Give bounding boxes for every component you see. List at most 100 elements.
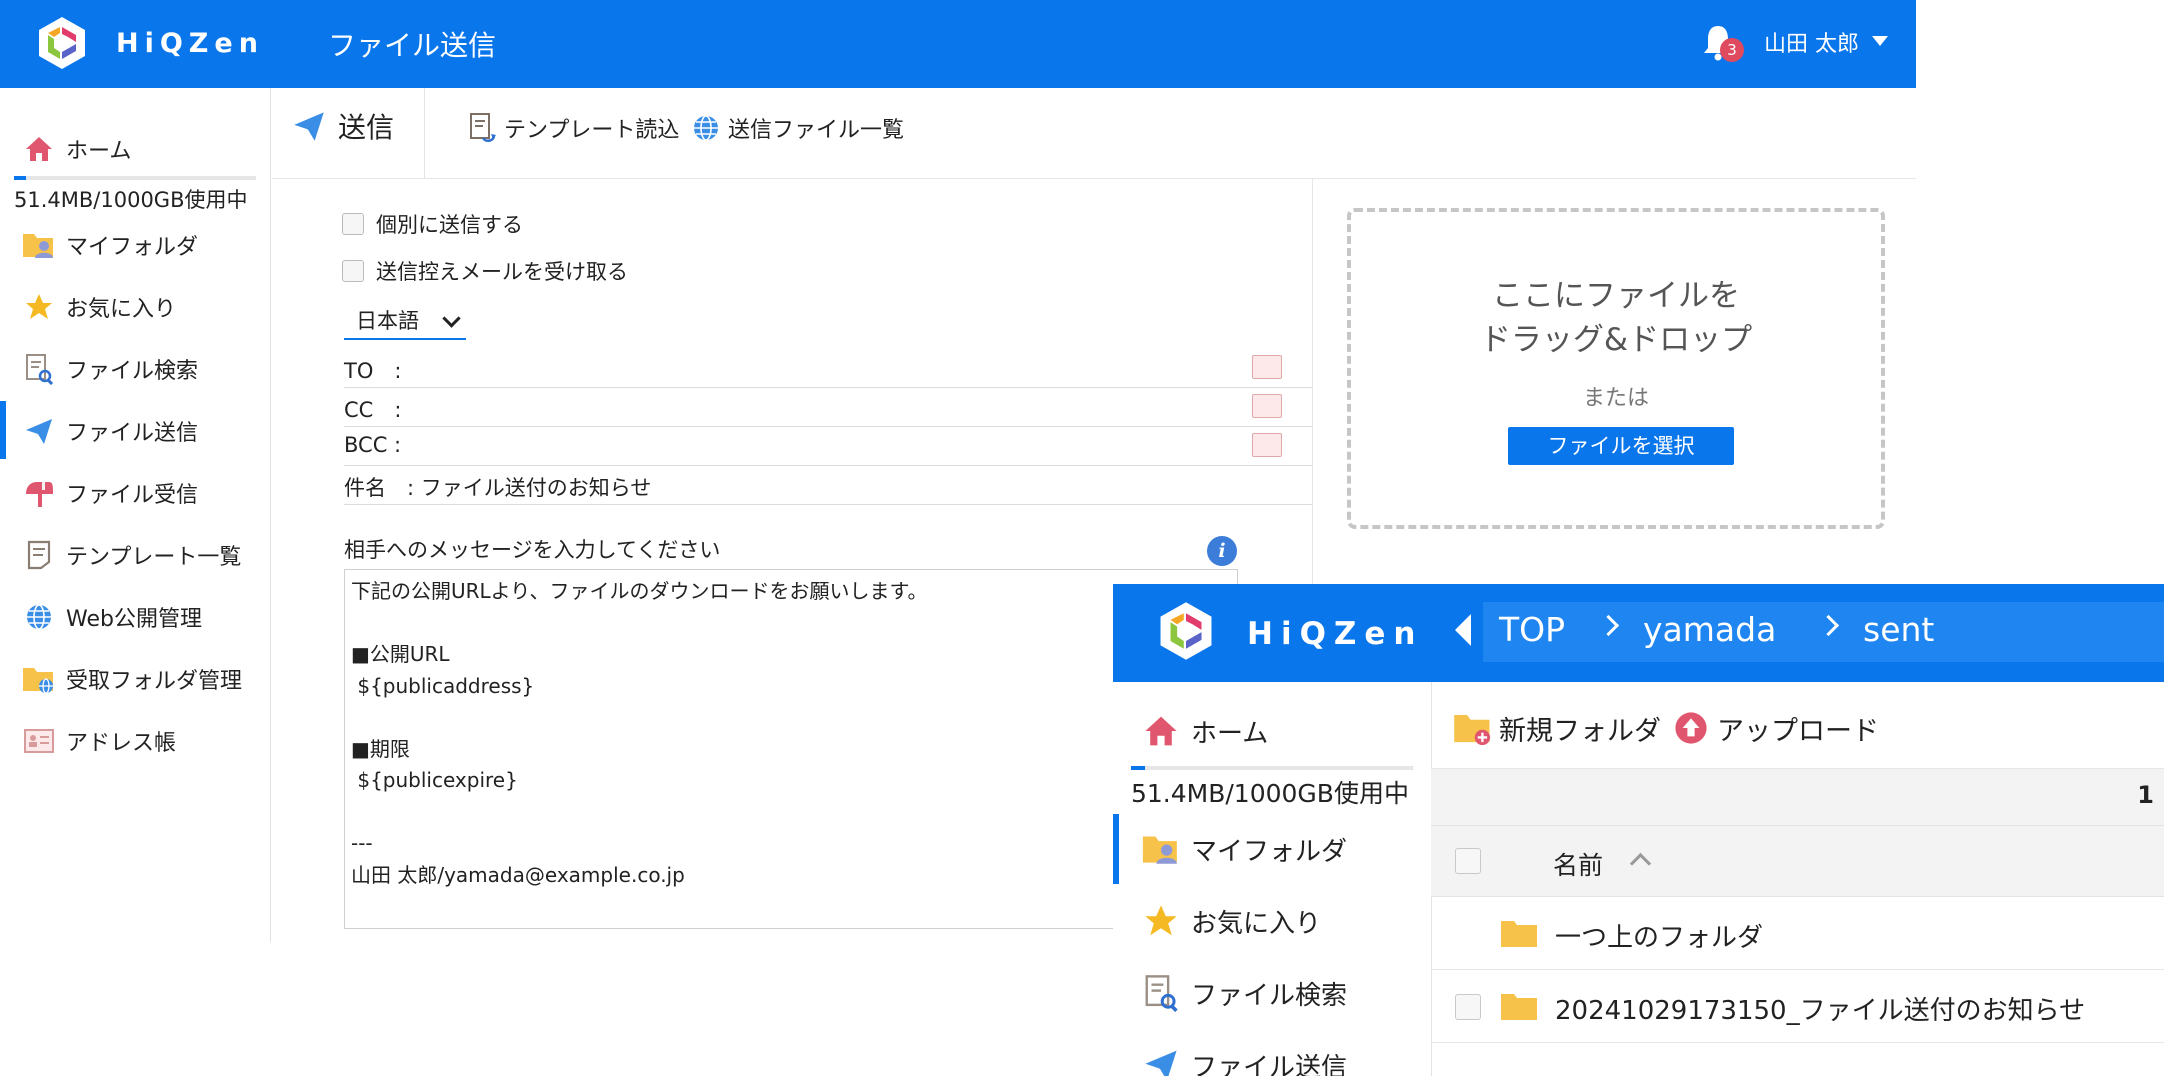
template-load-label: テンプレート読込	[504, 118, 680, 143]
sidebar-item-label: ファイル検索	[1191, 980, 1348, 1011]
sort-ascending-icon[interactable]	[1629, 852, 1652, 875]
caret-down-icon[interactable]	[1872, 36, 1888, 46]
page-title: ファイル送信	[328, 29, 497, 62]
star-icon	[22, 290, 56, 324]
checkbox-label: 送信控えメールを受け取る	[376, 260, 628, 284]
new-folder-label: 新規フォルダ	[1499, 715, 1661, 747]
checkbox-label: 個別に送信する	[376, 213, 523, 237]
address-book-icon[interactable]	[1252, 394, 1282, 418]
hiqzen-logo-icon[interactable]	[34, 15, 90, 71]
sidebar-item-home[interactable]: ホーム	[0, 123, 270, 175]
browser-header-bar: HiQZen TOP yamada sent	[1113, 584, 2164, 682]
folder-icon	[1501, 921, 1537, 947]
sidebar-item-home[interactable]: ホーム	[1113, 696, 1431, 766]
info-icon[interactable]: i	[1207, 536, 1237, 566]
file-drop-zone[interactable]: ここにファイルを ドラッグ&ドロップ または ファイルを選択	[1347, 208, 1885, 529]
message-label: 相手へのメッセージを入力してください	[344, 538, 721, 562]
upload-button[interactable]: アップロード	[1671, 708, 1879, 748]
sidebar-item-file-send[interactable]: ファイル送信	[1113, 1030, 1431, 1076]
cc-field[interactable]: CC :	[344, 388, 1312, 427]
home-icon	[22, 132, 56, 166]
sidebar-item-label: お気に入り	[66, 297, 177, 322]
file-browser-window: HiQZen TOP yamada sent ホーム 51.4MB/1000GB…	[1113, 584, 2164, 1076]
message-textarea[interactable]: 下記の公開URLより、ファイルのダウンロードをお願いします。 ■公開URL ${…	[344, 569, 1238, 929]
breadcrumb-item[interactable]: TOP	[1499, 610, 1565, 649]
hiqzen-logo-icon[interactable]	[1155, 600, 1217, 662]
select-file-button[interactable]: ファイルを選択	[1508, 427, 1734, 465]
individual-send-checkbox[interactable]: 個別に送信する	[342, 209, 523, 239]
sidebar-item-file-send[interactable]: ファイル送信	[0, 405, 270, 457]
browser-sidebar: ホーム 51.4MB/1000GB使用中 マイフォルダ お気に入り ファイル検索	[1113, 682, 1432, 1076]
back-arrow-icon[interactable]	[1455, 614, 1471, 646]
sidebar-item-label: ファイル検索	[66, 359, 199, 384]
upload-label: アップロード	[1717, 715, 1879, 747]
brand-name: HiQZen	[1247, 616, 1424, 652]
sidebar-item-favorites[interactable]: お気に入り	[0, 281, 270, 333]
my-folder-icon	[1141, 829, 1181, 869]
template-load-button[interactable]: テンプレート読込	[466, 112, 679, 144]
sidebar-item-favorites[interactable]: お気に入り	[1113, 886, 1431, 956]
send-tab-label: 送信	[338, 111, 395, 144]
breadcrumb-item[interactable]: yamada	[1643, 610, 1776, 649]
language-select[interactable]: 日本語	[344, 302, 466, 340]
sent-file-list-label: 送信ファイル一覧	[728, 118, 905, 143]
address-book-icon[interactable]	[1252, 433, 1282, 457]
sidebar-item-templates[interactable]: テンプレート一覧	[0, 529, 270, 581]
file-name[interactable]: 20241029173150_ファイル送付のお知らせ	[1555, 990, 2085, 1027]
breadcrumb: TOP yamada sent	[1483, 602, 2164, 662]
upload-icon	[1671, 708, 1711, 748]
sidebar-item-label: ホーム	[66, 139, 132, 164]
sidebar-item-label: ホーム	[1191, 718, 1269, 749]
subject-field[interactable]: 件名 : ファイル送付のお知らせ	[344, 466, 1312, 505]
send-icon	[22, 414, 56, 448]
address-book-icon	[22, 724, 56, 758]
sidebar-item-my-folder[interactable]: マイフォルダ	[1113, 814, 1431, 884]
bcc-label: BCC :	[344, 433, 402, 457]
star-icon	[1141, 901, 1181, 941]
breadcrumb-item[interactable]: sent	[1863, 610, 1934, 649]
address-book-icon[interactable]	[1252, 355, 1282, 379]
sidebar-item-label: ファイル送信	[66, 421, 199, 446]
select-all-checkbox[interactable]	[1455, 848, 1481, 874]
language-value: 日本語	[356, 309, 419, 333]
sidebar-item-file-search[interactable]: ファイル検索	[0, 343, 270, 395]
column-header-name[interactable]: 名前	[1553, 846, 1603, 882]
new-folder-button[interactable]: 新規フォルダ	[1453, 708, 1661, 748]
sidebar-item-label: ファイル受信	[66, 483, 199, 508]
chevron-down-icon	[442, 309, 461, 328]
send-tab[interactable]: 送信	[292, 106, 394, 146]
checkbox-box[interactable]	[342, 213, 364, 235]
sidebar-item-file-search[interactable]: ファイル検索	[1113, 958, 1431, 1028]
sent-file-list-button[interactable]: 送信ファイル一覧	[690, 112, 904, 144]
to-field[interactable]: TO :	[344, 349, 1312, 388]
usage-fill	[14, 176, 27, 180]
table-row[interactable]: 一つ上のフォルダ	[1431, 897, 2164, 970]
file-name[interactable]: 一つ上のフォルダ	[1555, 917, 1763, 954]
chevron-right-icon	[1817, 614, 1840, 637]
sidebar-item-label: Web公開管理	[66, 607, 202, 632]
sidebar-item-my-folder[interactable]: マイフォルダ	[0, 219, 270, 271]
usage-bar	[14, 176, 256, 180]
sidebar-item-file-receive[interactable]: ファイル受信	[0, 467, 270, 519]
brand-name: HiQZen	[116, 28, 264, 59]
sidebar-item-web-publish[interactable]: Web公開管理	[0, 591, 270, 643]
sidebar-item-receive-folder[interactable]: 受取フォルダ管理	[0, 653, 270, 705]
globe-icon	[22, 600, 56, 634]
new-folder-icon	[1453, 708, 1493, 748]
user-menu[interactable]: 山田 太郎	[1764, 26, 1859, 58]
template-load-icon	[466, 112, 498, 144]
bcc-field[interactable]: BCC :	[344, 427, 1312, 466]
send-icon	[294, 112, 324, 141]
folder-icon	[1501, 994, 1537, 1020]
to-label: TO :	[344, 359, 402, 383]
copy-mail-checkbox[interactable]: 送信控えメールを受け取る	[342, 256, 628, 286]
toolbar-divider	[424, 88, 425, 178]
row-checkbox[interactable]	[1455, 994, 1481, 1020]
sidebar-item-address-book[interactable]: アドレス帳	[0, 715, 270, 767]
file-search-icon	[22, 352, 56, 386]
checkbox-box[interactable]	[342, 260, 364, 282]
subject-label: 件名 : ファイル送付のお知らせ	[344, 476, 652, 500]
table-row[interactable]: 20241029173150_ファイル送付のお知らせ	[1431, 970, 2164, 1043]
page-number[interactable]: 1	[2137, 781, 2154, 809]
sidebar-item-label: マイフォルダ	[66, 235, 199, 260]
